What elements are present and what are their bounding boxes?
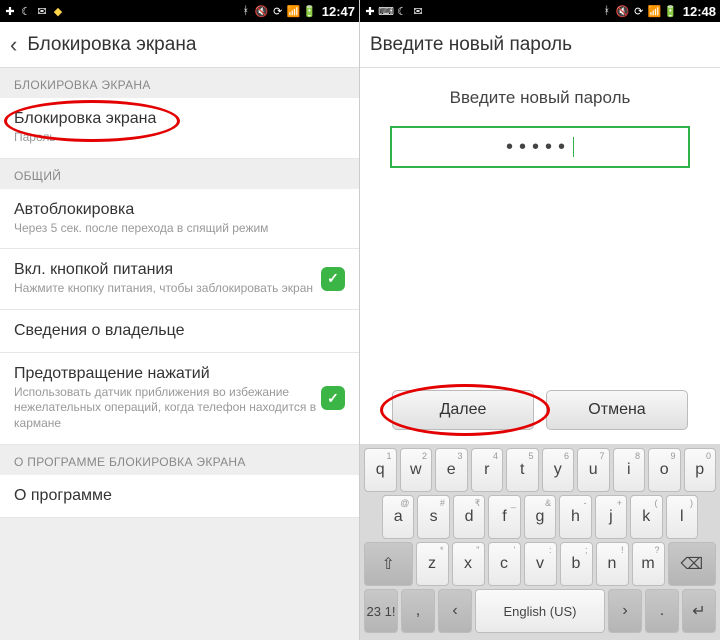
key-v[interactable]: v: [524,542,557,586]
key-[interactable]: , [401,589,435,633]
key-l[interactable]: l) [666,495,698,539]
key-q[interactable]: q1 [364,448,397,492]
clock: 12:48 [683,4,716,19]
button-bar: Далее Отмена [378,390,702,438]
checkbox-checked-icon[interactable]: ✓ [321,386,345,410]
cancel-button[interactable]: Отмена [546,390,688,430]
cube-icon: ◆ [52,5,64,17]
row-title: Предотвращение нажатий [14,365,321,383]
page-title: Введите новый пароль [370,34,572,56]
key-[interactable]: ‹ [438,589,472,633]
key-z[interactable]: z* [416,542,449,586]
page-title: Блокировка экрана [27,34,196,56]
checkbox-checked-icon[interactable]: ✓ [321,267,345,291]
key-r[interactable]: r4 [471,448,504,492]
row-subtitle: Использовать датчик приближения во избеж… [14,385,321,432]
plus-icon: ✚ [364,5,376,17]
key-a[interactable]: a@ [382,495,414,539]
battery-icon: 🔋 [304,5,316,17]
row-title: Вкл. кнопкой питания [14,261,321,279]
key-x[interactable]: x" [452,542,485,586]
key-o[interactable]: o9 [648,448,681,492]
key-p[interactable]: p0 [684,448,717,492]
key-g[interactable]: g& [524,495,556,539]
signal-icon: 📶 [288,5,300,17]
key-[interactable]: › [608,589,642,633]
row-title: Блокировка экрана [14,110,345,128]
bluetooth-icon: ᚼ [601,5,613,17]
key-englishus[interactable]: English (US) [475,589,605,633]
mail-icon: ✉ [412,5,424,17]
title-bar: ‹ Блокировка экрана [0,22,359,68]
mail-icon: ✉ [36,5,48,17]
sync-icon: ⟳ [272,5,284,17]
section-header-general: ОБЩИЙ [0,159,359,189]
row-subtitle: Нажмите кнопку питания, чтобы заблокиров… [14,281,321,297]
section-header-about: О ПРОГРАММЕ БЛОКИРОВКА ЭКРАНА [0,445,359,475]
section-header-lock: БЛОКИРОВКА ЭКРАНА [0,68,359,98]
key-n[interactable]: n! [596,542,629,586]
row-title: О программе [14,487,345,505]
key-[interactable]: . [645,589,679,633]
back-icon[interactable]: ‹ [10,32,17,58]
key-[interactable]: ↵ [682,589,716,633]
row-about[interactable]: О программе [0,475,359,518]
key-d[interactable]: d₹ [453,495,485,539]
phone-left: ✚ ☾ ✉ ◆ ᚼ 🔇 ⟳ 📶 🔋 12:47 ‹ Блокировка экр… [0,0,360,640]
key-j[interactable]: j+ [595,495,627,539]
row-owner-info[interactable]: Сведения о владельце [0,310,359,353]
row-title: Сведения о владельце [14,322,345,340]
text-cursor [573,137,574,157]
title-bar: Введите новый пароль [360,22,720,68]
key-h[interactable]: h- [559,495,591,539]
row-power-button-lock[interactable]: Вкл. кнопкой питания Нажмите кнопку пита… [0,249,359,310]
key-w[interactable]: w2 [400,448,433,492]
key-c[interactable]: c' [488,542,521,586]
key-i[interactable]: i8 [613,448,646,492]
key-s[interactable]: s# [417,495,449,539]
key-u[interactable]: u7 [577,448,610,492]
status-bar: ✚ ⌨ ☾ ✉ ᚼ 🔇 ⟳ 📶 🔋 12:48 [360,0,720,22]
phone-right: ✚ ⌨ ☾ ✉ ᚼ 🔇 ⟳ 📶 🔋 12:48 Введите новый па… [360,0,720,640]
key-t[interactable]: t5 [506,448,539,492]
key-[interactable]: ⇧ [364,542,413,586]
sync-icon: ⟳ [633,5,645,17]
row-subtitle: Пароль [14,130,345,146]
key-k[interactable]: k( [630,495,662,539]
row-autolock[interactable]: Автоблокировка Через 5 сек. после перехо… [0,189,359,250]
password-prompt-area: Введите новый пароль ••••• Далее Отмена [360,68,720,444]
mute-icon: 🔇 [617,5,629,17]
row-prevent-touches[interactable]: Предотвращение нажатий Использовать датч… [0,353,359,445]
moon-icon: ☾ [396,5,408,17]
password-input[interactable]: ••••• [390,126,690,168]
on-screen-keyboard: q1w2e3r4t5y6u7i8o9p0 a@s#d₹f_g&h-j+k(l) … [360,444,720,640]
prompt-label: Введите новый пароль [450,88,631,108]
key-f[interactable]: f_ [488,495,520,539]
signal-icon: 📶 [649,5,661,17]
key-[interactable]: ⌫ [668,542,717,586]
row-screen-lock[interactable]: Блокировка экрана Пароль [0,98,359,159]
bluetooth-icon: ᚼ [240,5,252,17]
key-231[interactable]: 23 1! [364,589,398,633]
clock: 12:47 [322,4,355,19]
moon-icon: ☾ [20,5,32,17]
key-y[interactable]: y6 [542,448,575,492]
key-e[interactable]: e3 [435,448,468,492]
settings-list: БЛОКИРОВКА ЭКРАНА Блокировка экрана Паро… [0,68,359,640]
battery-icon: 🔋 [665,5,677,17]
password-mask: ••••• [506,136,571,159]
next-button[interactable]: Далее [392,390,534,430]
row-subtitle: Через 5 сек. после перехода в спящий реж… [14,221,345,237]
mute-icon: 🔇 [256,5,268,17]
plus-icon: ✚ [4,5,16,17]
key-b[interactable]: b; [560,542,593,586]
row-title: Автоблокировка [14,201,345,219]
key-m[interactable]: m? [632,542,665,586]
keyboard-icon: ⌨ [380,5,392,17]
status-bar: ✚ ☾ ✉ ◆ ᚼ 🔇 ⟳ 📶 🔋 12:47 [0,0,359,22]
